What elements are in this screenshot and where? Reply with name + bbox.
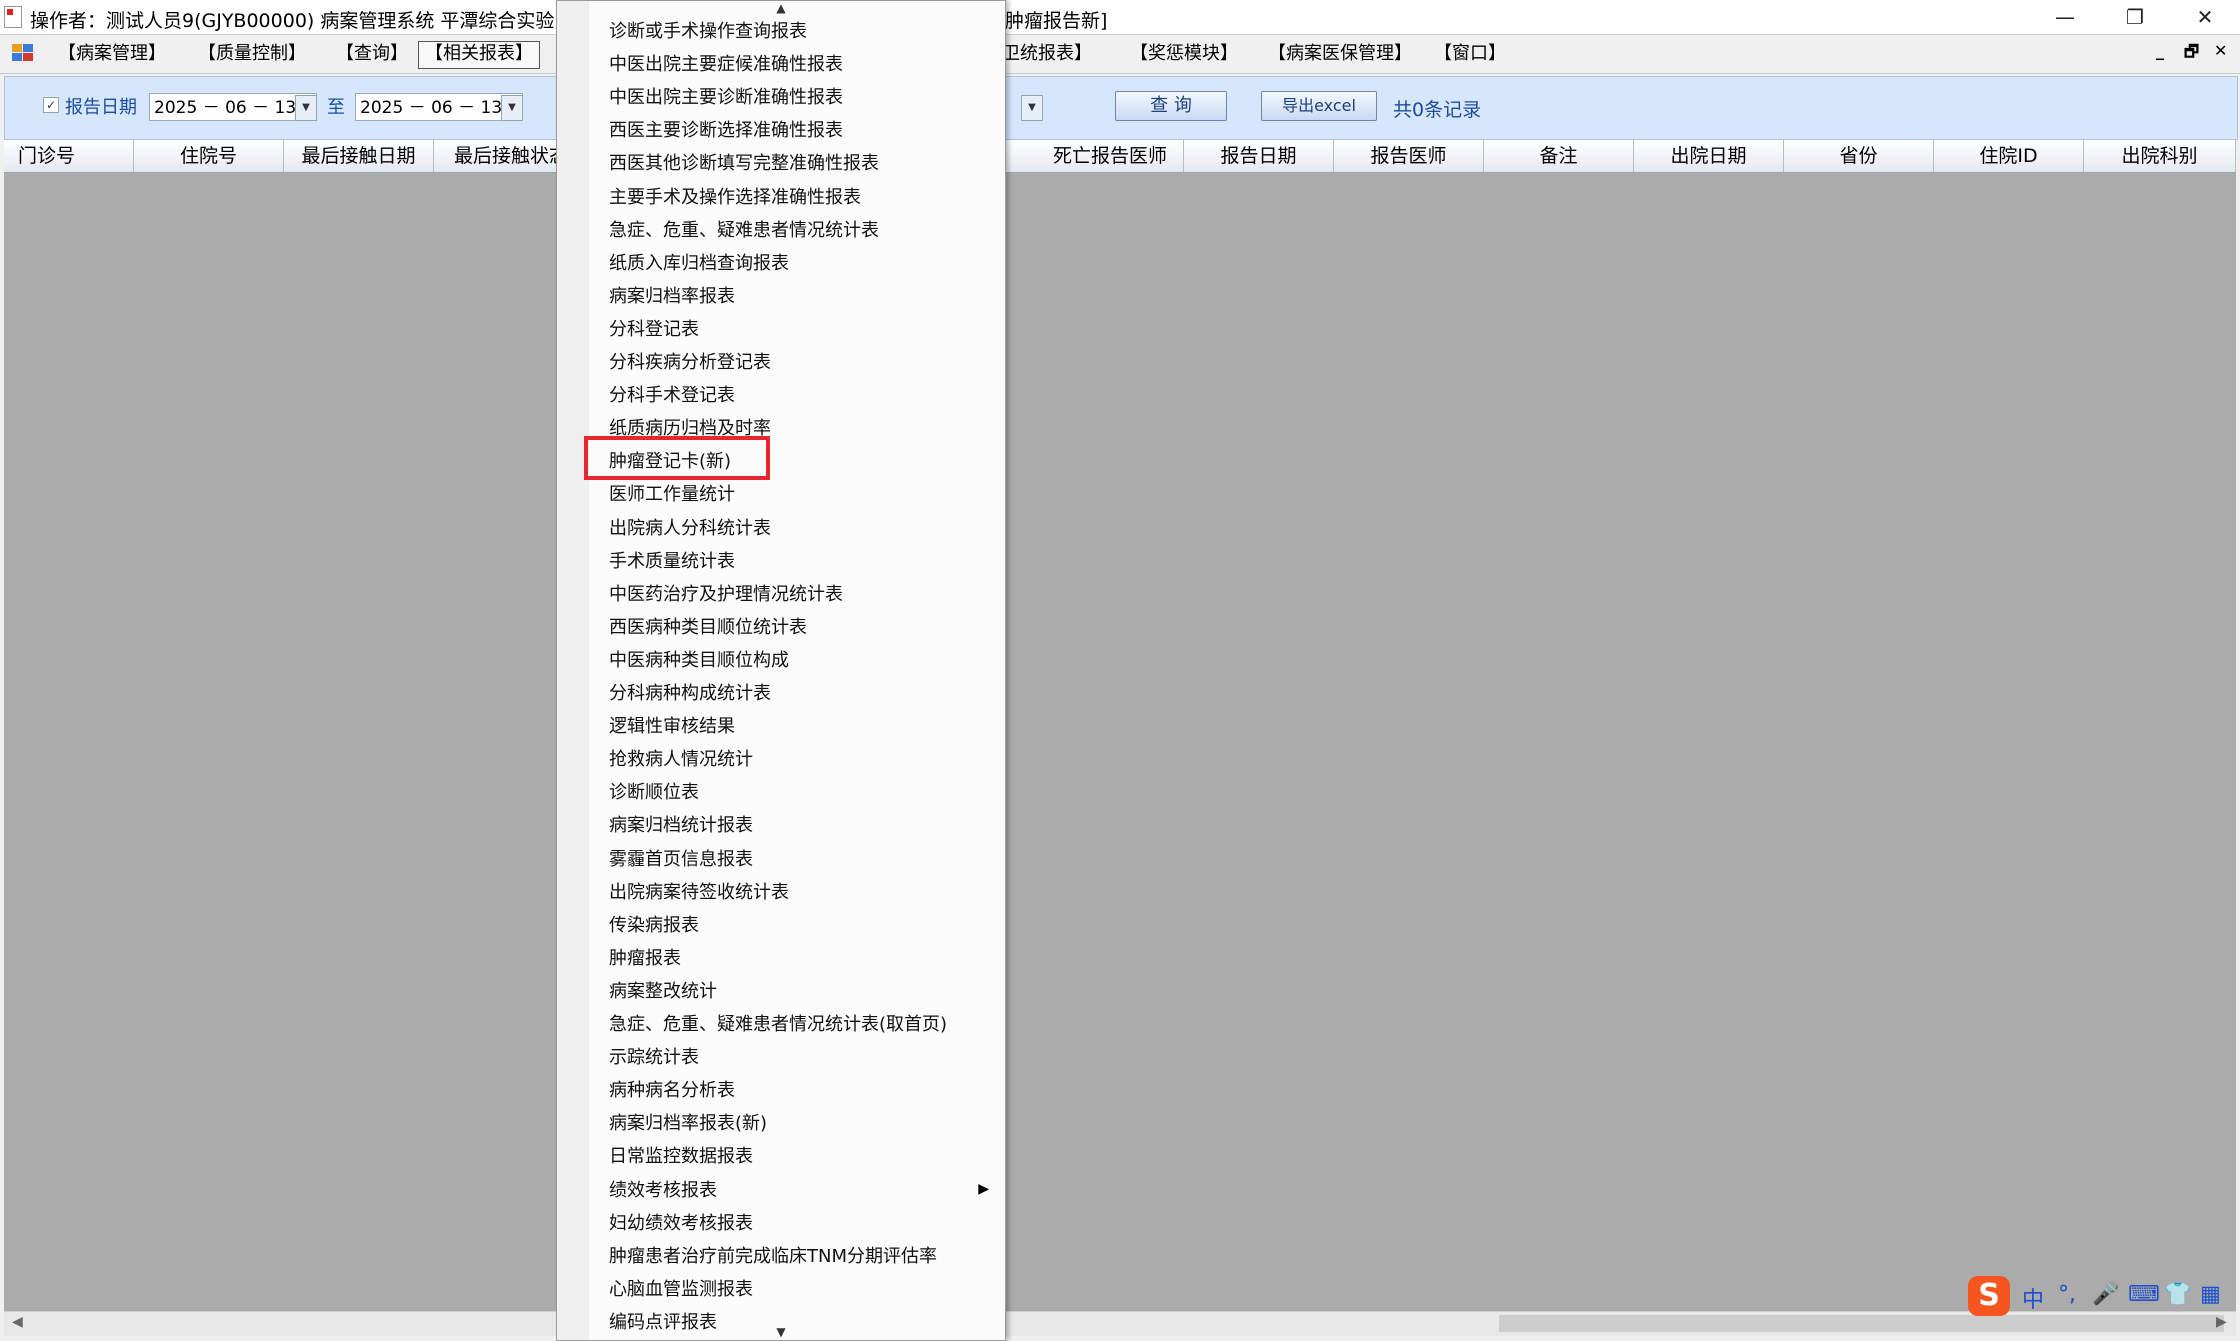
ime-skin-icon[interactable]: 👕 xyxy=(2164,1282,2191,1307)
app-icon xyxy=(4,6,22,28)
horizontal-scrollbar[interactable]: ◀ ▶ xyxy=(4,1311,2236,1336)
menu-item-report[interactable]: 肿瘤报表 xyxy=(609,944,681,974)
menu-bar: 【病案管理】 【质量控制】 【查询】 【相关报表】 卫统报表】 【奖惩模块】 【… xyxy=(0,35,2240,74)
date-to-dropdown-icon[interactable]: ▼ xyxy=(501,95,523,121)
column-header-discharge-department[interactable]: 出院科别 xyxy=(2084,140,2236,172)
related-reports-dropdown: ▲ 诊断或手术操作查询报表 中医出院主要症候准确性报表 中医出院主要诊断准确性报表西… xyxy=(556,0,1006,1341)
menu-item-report[interactable]: 病案归档率报表(新) xyxy=(609,1109,767,1139)
menu-item-report[interactable]: 中医出院主要诊断准确性报表 xyxy=(609,83,843,113)
menu-item-report[interactable]: 出院病人分科统计表 xyxy=(609,514,771,544)
window-title: 操作者：测试人员9(GJYB00000) 病案管理系统 平潭综合实验区中 xyxy=(30,10,593,32)
menu-item-report[interactable]: 西医其他诊断填写完整准确性报表 xyxy=(609,149,879,179)
menu-item-report[interactable]: 分科登记表 xyxy=(609,315,699,345)
sogou-logo-icon[interactable]: S xyxy=(1968,1276,2010,1316)
menu-item-report[interactable]: 西医主要诊断选择准确性报表 xyxy=(609,116,843,146)
menu-item-report[interactable]: 主要手术及操作选择准确性报表 xyxy=(609,183,861,213)
menu-case-management[interactable]: 【病案管理】 xyxy=(52,41,172,67)
filter-toolbar: ✓ 报告日期 2025 － 06 － 13 ▼ 至 2025 － 06 － 13… xyxy=(4,76,2238,140)
menu-item-report[interactable]: 分科病种构成统计表 xyxy=(609,679,771,709)
ime-microphone-icon[interactable]: 🎤 xyxy=(2092,1282,2119,1307)
query-button[interactable]: 查 询 xyxy=(1115,91,1227,121)
menu-item-report[interactable]: 心脑血管监测报表 xyxy=(609,1275,753,1305)
grid-body xyxy=(4,173,2236,1311)
grid-header: 门诊号 住院号 最后接触日期 最后接触状态 死亡报告医师 报告日期 报告医师 备… xyxy=(4,140,2236,173)
ime-punctuation-icon[interactable]: °, xyxy=(2058,1282,2076,1307)
highlight-box xyxy=(584,436,770,480)
menu-item-report[interactable]: 示踪统计表 xyxy=(609,1043,699,1073)
mdi-minimize-button[interactable]: _ xyxy=(2156,41,2164,60)
to-label: 至 xyxy=(327,97,345,118)
menu-item-report[interactable]: 抢救病人情况统计 xyxy=(609,745,753,775)
column-header-inpatient-id[interactable]: 住院ID xyxy=(1934,140,2084,172)
menu-item-report[interactable]: 诊断顺位表 xyxy=(609,778,699,808)
menu-reward-penalty[interactable]: 【奖惩模块】 xyxy=(1124,41,1244,67)
column-header-discharge-date[interactable]: 出院日期 xyxy=(1634,140,1784,172)
menu-item-report[interactable]: 病案归档率报表 xyxy=(609,282,735,312)
menu-scroll-down-icon[interactable]: ▼ xyxy=(557,1325,1005,1339)
menu-item-report[interactable]: 中医病种类目顺位构成 xyxy=(609,646,789,676)
mdi-restore-button[interactable]: 🗗 xyxy=(2184,41,2199,68)
menu-icon-gutter xyxy=(557,1,589,1340)
menu-item-report[interactable]: 绩效考核报表 xyxy=(609,1176,717,1206)
title-bar: 操作者：测试人员9(GJYB00000) 病案管理系统 平潭综合实验区中 肿瘤报… xyxy=(0,0,2240,35)
column-header-outpatient-no[interactable]: 门诊号 xyxy=(4,140,134,172)
window-title-suffix: 肿瘤报告新] xyxy=(1005,10,1108,32)
ime-apps-icon[interactable]: ▦ xyxy=(2200,1282,2221,1307)
menu-item-report[interactable]: 病案整改统计 xyxy=(609,977,717,1007)
menu-item-report[interactable]: 手术质量统计表 xyxy=(609,547,735,577)
menu-item-report[interactable]: 西医病种类目顺位统计表 xyxy=(609,613,807,643)
scroll-left-icon[interactable]: ◀ xyxy=(12,1314,23,1330)
close-button[interactable]: ✕ xyxy=(2170,0,2240,34)
menu-item-report[interactable]: 中医药治疗及护理情况统计表 xyxy=(609,580,843,610)
column-header-remarks[interactable]: 备注 xyxy=(1484,140,1634,172)
ime-keyboard-icon[interactable]: ⌨ xyxy=(2128,1282,2160,1307)
menu-item-report[interactable]: 诊断或手术操作查询报表 xyxy=(609,17,807,47)
mdi-close-button[interactable]: ✕ xyxy=(2214,41,2227,60)
report-date-label: 报告日期 xyxy=(65,97,137,118)
menu-item-report[interactable]: 日常监控数据报表 xyxy=(609,1142,753,1172)
column-header-report-date[interactable]: 报告日期 xyxy=(1184,140,1334,172)
menu-item-report[interactable]: 分科手术登记表 xyxy=(609,381,735,411)
date-from-input[interactable]: 2025 － 06 － 13 xyxy=(149,93,317,121)
record-count: 共0条记录 xyxy=(1393,99,1482,121)
menu-logo-icon xyxy=(12,44,34,62)
menu-item-report[interactable]: 急症、危重、疑难患者情况统计表 xyxy=(609,216,879,246)
ime-toolbar: S 中 °, 🎤 ⌨ 👕 ▦ xyxy=(1964,1274,2236,1318)
column-header-inpatient-no[interactable]: 住院号 xyxy=(134,140,284,172)
menu-item-report[interactable]: 逻辑性审核结果 xyxy=(609,712,735,742)
menu-item-report[interactable]: 病种病名分析表 xyxy=(609,1076,735,1106)
menu-item-report[interactable]: 妇幼绩效考核报表 xyxy=(609,1209,753,1239)
menu-item-report[interactable]: 医师工作量统计 xyxy=(609,480,735,510)
menu-item-report[interactable]: 中医出院主要症候准确性报表 xyxy=(609,50,843,80)
submenu-arrow-icon: ▶ xyxy=(978,1181,989,1197)
report-date-checkbox[interactable]: ✓ xyxy=(43,97,59,113)
column-header-death-report-doctor[interactable]: 死亡报告医师 xyxy=(1004,140,1184,172)
menu-health-statistics-reports[interactable]: 卫统报表】 xyxy=(996,41,1098,67)
menu-item-report[interactable]: 传染病报表 xyxy=(609,911,699,941)
column-header-report-doctor[interactable]: 报告医师 xyxy=(1334,140,1484,172)
menu-item-report[interactable]: 急症、危重、疑难患者情况统计表(取首页) xyxy=(609,1010,947,1040)
export-excel-button[interactable]: 导出excel xyxy=(1261,91,1377,121)
menu-scroll-up-icon[interactable]: ▲ xyxy=(557,1,1005,15)
menu-window[interactable]: 【窗口】 xyxy=(1428,41,1512,67)
menu-query[interactable]: 【查询】 xyxy=(330,41,414,67)
menu-item-report[interactable]: 肿瘤患者治疗前完成临床TNM分期评估率 xyxy=(609,1242,937,1272)
menu-quality-control[interactable]: 【质量控制】 xyxy=(192,41,312,67)
menu-item-report[interactable]: 病案归档统计报表 xyxy=(609,811,753,841)
date-to-input[interactable]: 2025 － 06 － 13 xyxy=(355,93,523,121)
column-header-last-contact-date[interactable]: 最后接触日期 xyxy=(284,140,434,172)
menu-item-report[interactable]: 纸质入库归档查询报表 xyxy=(609,249,789,279)
menu-insurance-management[interactable]: 【病案医保管理】 xyxy=(1262,41,1418,67)
menu-item-report[interactable]: 雾霾首页信息报表 xyxy=(609,845,753,875)
column-header-province[interactable]: 省份 xyxy=(1784,140,1934,172)
menu-related-reports[interactable]: 【相关报表】 xyxy=(418,41,540,69)
restore-button[interactable]: ❐ xyxy=(2100,0,2170,34)
menu-item-report[interactable]: 出院病案待签收统计表 xyxy=(609,878,789,908)
ime-language-toggle[interactable]: 中 xyxy=(2022,1282,2044,1314)
filter-dropdown-icon[interactable]: ▼ xyxy=(1021,95,1043,121)
date-from-dropdown-icon[interactable]: ▼ xyxy=(295,95,317,121)
menu-item-report[interactable]: 分科疾病分析登记表 xyxy=(609,348,771,378)
minimize-button[interactable]: — xyxy=(2030,0,2100,34)
